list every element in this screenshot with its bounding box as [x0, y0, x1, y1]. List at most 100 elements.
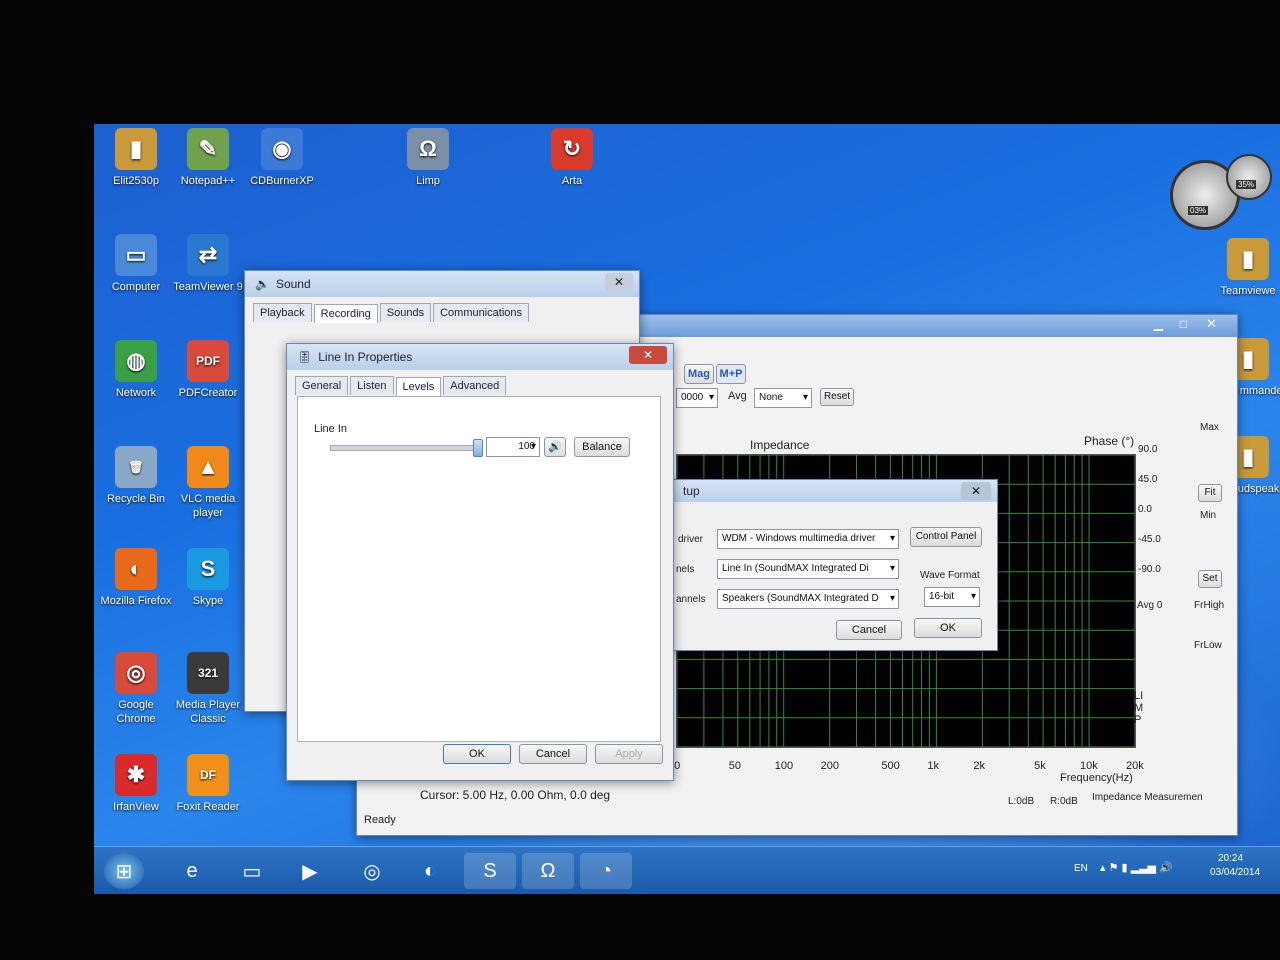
control-panel-button[interactable]: Control Panel: [910, 527, 982, 547]
tab-playback[interactable]: Playback: [253, 303, 312, 322]
desktop-icon-teamviewer-9[interactable]: ⇄ TeamViewer 9: [170, 234, 246, 294]
tab-communications[interactable]: Communications: [433, 303, 530, 322]
ok-button[interactable]: OK: [443, 744, 511, 764]
maximize-icon[interactable]: □: [1180, 317, 1187, 331]
app-icon: DF: [187, 754, 229, 796]
internet-explorer-icon[interactable]: e: [166, 853, 218, 889]
output-channels-select[interactable]: Speakers (SoundMAX Integrated D: [717, 589, 899, 609]
status-ready: Ready: [364, 814, 396, 826]
wave-format-select[interactable]: 16-bit: [924, 587, 980, 607]
desktop-icon-cdburnerxp[interactable]: ◉ CDBurnerXP: [244, 128, 320, 188]
line-in-tabs: General Listen Levels Advanced: [287, 370, 673, 396]
close-icon[interactable]: ✕: [1206, 316, 1217, 332]
close-icon[interactable]: ✕: [961, 482, 991, 500]
desktop-icon-recycle-bin[interactable]: 🗑 Recycle Bin: [98, 446, 174, 506]
min-label: Min: [1200, 510, 1217, 521]
avg-readout: Avg 0: [1137, 600, 1163, 611]
set-button[interactable]: Set: [1198, 570, 1222, 588]
desktop-icon-elit2530p[interactable]: ▮ Elit2530p: [98, 128, 174, 188]
desktop-icon-foxit-reader[interactable]: DF Foxit Reader: [170, 754, 246, 814]
input-channels-select[interactable]: Line In (SoundMAX Integrated Di: [717, 559, 899, 579]
icon-label: Elit2530p: [113, 175, 159, 187]
status-mode: Impedance Measuremen: [1092, 792, 1203, 803]
frequency-label: Frequency(Hz): [1060, 772, 1133, 784]
sound-taskbar-icon[interactable]: ◔: [580, 853, 632, 889]
level-value-field[interactable]: 100: [486, 437, 540, 457]
phase-tick-label: 90.0: [1138, 444, 1158, 455]
tray-icons[interactable]: ▴ ⚑ ▮ ▂▃▅ 🔊: [1100, 861, 1173, 874]
chrome-icon[interactable]: ◎: [346, 853, 398, 889]
language-indicator[interactable]: EN: [1074, 863, 1088, 874]
desktop-icon-mozilla-firefox[interactable]: ◐ Mozilla Firefox: [98, 548, 174, 608]
desktop-icon-vlc-media-player[interactable]: ▲ VLC media player: [170, 446, 246, 520]
frequency-tick-label: 500: [881, 760, 900, 772]
fit-button[interactable]: Fit: [1198, 484, 1222, 502]
desktop-icon-notepad-[interactable]: ✎ Notepad++: [170, 128, 246, 188]
icon-label: PDFCreator: [178, 387, 238, 399]
sound-title: Sound: [275, 277, 311, 291]
desktop-icon-pdfcreator[interactable]: PDF PDFCreator: [170, 340, 246, 400]
mag-button[interactable]: Mag: [684, 364, 714, 384]
line-in-title: Line In Properties: [318, 350, 413, 364]
setup-ok-button[interactable]: OK: [914, 618, 982, 638]
phase-label: Phase (°): [1084, 434, 1135, 448]
mute-speaker-icon[interactable]: 🔊: [544, 437, 566, 457]
clock-date[interactable]: 03/04/2014: [1210, 867, 1260, 878]
app-icon: ◐: [115, 548, 157, 590]
app-icon: ▭: [115, 234, 157, 276]
desktop-icon-teamviewe[interactable]: ▮ Teamviewe: [1210, 238, 1280, 298]
icon-label: Mozilla Firefox: [100, 595, 172, 607]
app-icon: S: [187, 548, 229, 590]
mp-button[interactable]: M+P: [716, 364, 746, 384]
app-icon: ◍: [115, 340, 157, 382]
desktop-icon-google-chrome[interactable]: ◎ Google Chrome: [98, 652, 174, 726]
tab-recording[interactable]: Recording: [313, 304, 378, 323]
desktop-icon-media-player-classic[interactable]: 321 Media Player Classic: [170, 652, 246, 726]
clock-time[interactable]: 20:24: [1218, 853, 1243, 864]
cancel-button[interactable]: Cancel: [519, 744, 587, 764]
desktop-icon-skype[interactable]: S Skype: [170, 548, 246, 608]
mixer-icon: 🎚: [297, 350, 313, 364]
limp-taskbar-button[interactable]: Ω: [522, 853, 574, 889]
tab-sounds[interactable]: Sounds: [379, 303, 432, 322]
icon-label: Limp: [416, 175, 440, 187]
level-slider[interactable]: [330, 439, 483, 457]
app-icon: ▲: [187, 446, 229, 488]
cpu-meter-gadget[interactable]: 03% 35%: [1166, 154, 1276, 230]
levels-panel: Line In 100 🔊 Balance: [297, 396, 661, 742]
tab-general[interactable]: General: [295, 376, 349, 395]
max-label: Max: [1200, 422, 1219, 433]
tab-advanced[interactable]: Advanced: [443, 376, 507, 395]
desktop-icon-network[interactable]: ◍ Network: [98, 340, 174, 400]
app-icon: ▮: [1227, 238, 1269, 280]
spin-field[interactable]: 0000: [676, 388, 718, 408]
slider-thumb[interactable]: [473, 439, 483, 457]
skype-icon[interactable]: S: [464, 853, 516, 889]
desktop-icon-irfanview[interactable]: ✱ IrfanView: [98, 754, 174, 814]
avg-select[interactable]: None: [754, 388, 812, 408]
setup-cancel-button[interactable]: Cancel: [836, 620, 902, 640]
frequency-tick-label: 100: [774, 760, 794, 772]
desktop: ▮ Elit2530p ✎ Notepad++ ◉ CDBurnerXP Ω Limp ↻ Art…: [94, 124, 1280, 894]
reset-button[interactable]: Reset: [820, 388, 854, 406]
firefox-icon[interactable]: ◐: [404, 853, 456, 889]
icon-label: VLC media player: [180, 493, 236, 519]
start-button[interactable]: ⊞: [104, 853, 144, 889]
tab-listen[interactable]: Listen: [350, 376, 394, 395]
desktop-icon-arta[interactable]: ↻ Arta: [534, 128, 610, 188]
tab-levels[interactable]: Levels: [395, 377, 442, 396]
driver-label: driver: [678, 534, 704, 545]
balance-button[interactable]: Balance: [574, 437, 630, 457]
media-player-icon[interactable]: ▶: [284, 853, 336, 889]
phase-tick-label: 45.0: [1138, 474, 1158, 485]
apply-button[interactable]: Apply: [595, 744, 663, 764]
sound-tabs: Playback Recording Sounds Communications: [245, 297, 639, 323]
driver-select[interactable]: WDM - Windows multimedia driver: [717, 529, 899, 549]
close-icon[interactable]: ✕: [629, 346, 667, 364]
desktop-icon-limp[interactable]: Ω Limp: [390, 128, 466, 188]
minimize-icon[interactable]: ▁: [1154, 317, 1163, 331]
close-icon[interactable]: ✕: [605, 273, 633, 291]
desktop-icon-computer[interactable]: ▭ Computer: [98, 234, 174, 294]
status-left-db: L:0dB: [1008, 796, 1035, 807]
folder-icon[interactable]: ▭: [226, 853, 278, 889]
